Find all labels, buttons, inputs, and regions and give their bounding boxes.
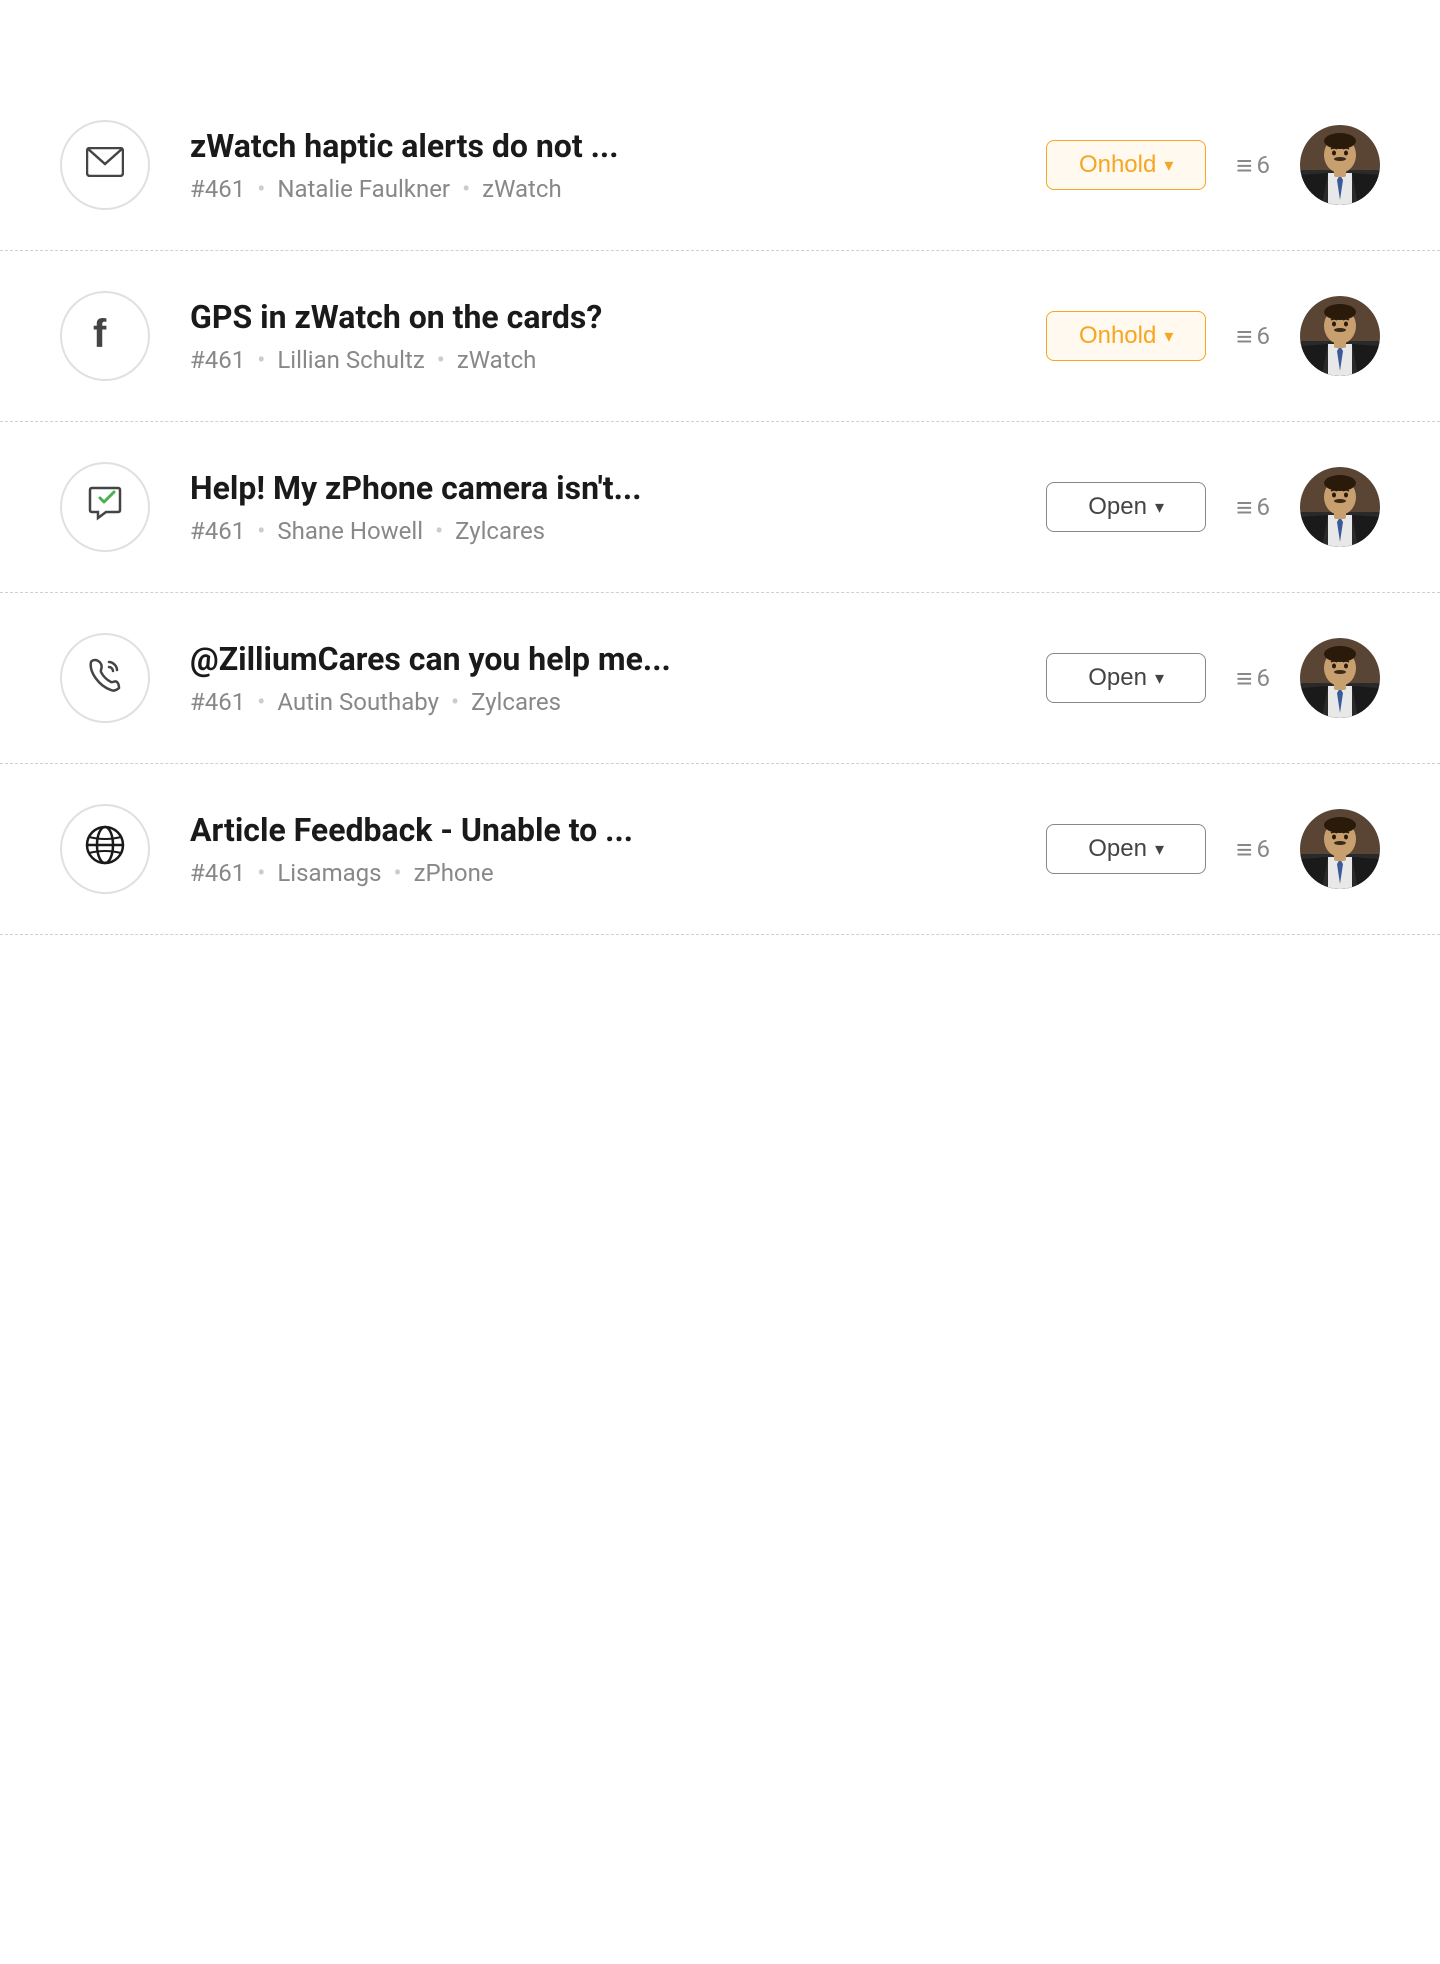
ticket-contact: Shane Howell <box>277 517 423 545</box>
ticket-title: GPS in zWatch on the cards? <box>190 298 1006 336</box>
avatar <box>1300 296 1380 376</box>
channel-icon-wrapper <box>60 120 150 210</box>
ticket-number: #461 <box>190 859 245 887</box>
status-label: Onhold <box>1079 322 1156 350</box>
ticket-meta: #461 • Shane Howell • Zylcares <box>190 517 1006 545</box>
phone-icon <box>85 654 125 703</box>
dot-separator: • <box>451 688 459 716</box>
ticket-contact: Autin Southaby <box>277 688 439 716</box>
ticket-product: Zylcares <box>455 517 545 545</box>
lines-icon: ≡ <box>1236 491 1252 524</box>
ticket-contact: Natalie Faulkner <box>277 175 450 203</box>
status-button[interactable]: Onhold ▾ <box>1046 311 1206 361</box>
ticket-item[interactable]: Article Feedback - Unable to ... #461 • … <box>0 764 1440 935</box>
ticket-title: Help! My zPhone camera isn't... <box>190 469 1006 507</box>
status-label: Open <box>1088 493 1147 521</box>
dropdown-arrow-icon: ▾ <box>1164 326 1173 347</box>
svg-text:f: f <box>93 313 107 351</box>
priority-icon: ≡ 6 <box>1236 149 1270 182</box>
lines-icon: ≡ <box>1236 320 1252 353</box>
dropdown-arrow-icon: ▾ <box>1164 155 1173 176</box>
avatar <box>1300 467 1380 547</box>
avatar <box>1300 638 1380 718</box>
dropdown-arrow-icon: ▾ <box>1155 497 1164 518</box>
status-button[interactable]: Open ▾ <box>1046 653 1206 703</box>
chat-icon <box>84 482 126 533</box>
dot-separator: • <box>257 859 265 887</box>
dot-separator: • <box>462 175 470 203</box>
ticket-contact: Lisamags <box>277 859 381 887</box>
ticket-title: Article Feedback - Unable to ... <box>190 811 1006 849</box>
avatar <box>1300 809 1380 889</box>
ticket-meta: #461 • Natalie Faulkner • zWatch <box>190 175 1006 203</box>
lines-icon: ≡ <box>1236 149 1252 182</box>
ticket-item[interactable]: @ZilliumCares can you help me... #461 • … <box>0 593 1440 764</box>
priority-icon: ≡ 6 <box>1236 320 1270 353</box>
ticket-product: zWatch <box>457 346 537 374</box>
channel-icon-wrapper <box>60 633 150 723</box>
dot-separator: • <box>437 346 445 374</box>
dot-separator: • <box>257 688 265 716</box>
ticket-item[interactable]: f GPS in zWatch on the cards? #461 • Lil… <box>0 251 1440 422</box>
dropdown-arrow-icon: ▾ <box>1155 839 1164 860</box>
status-label: Onhold <box>1079 151 1156 179</box>
lines-icon: ≡ <box>1236 833 1252 866</box>
ticket-number: #461 <box>190 175 245 203</box>
ticket-meta: #461 • Autin Southaby • Zylcares <box>190 688 1006 716</box>
ticket-info: Help! My zPhone camera isn't... #461 • S… <box>190 469 1006 545</box>
priority-count: 6 <box>1257 664 1271 692</box>
ticket-item[interactable]: Help! My zPhone camera isn't... #461 • S… <box>0 422 1440 593</box>
ticket-product: zPhone <box>414 859 494 887</box>
ticket-actions: Open ▾ ≡ 6 <box>1046 638 1380 718</box>
status-button[interactable]: Open ▾ <box>1046 824 1206 874</box>
ticket-number: #461 <box>190 688 245 716</box>
priority-icon: ≡ 6 <box>1236 662 1270 695</box>
dropdown-arrow-icon: ▾ <box>1155 668 1164 689</box>
ticket-number: #461 <box>190 517 245 545</box>
ticket-actions: Open ▾ ≡ 6 <box>1046 467 1380 547</box>
ticket-product: Zylcares <box>471 688 561 716</box>
priority-count: 6 <box>1257 322 1271 350</box>
ticket-title: zWatch haptic alerts do not ... <box>190 127 1006 165</box>
ticket-info: Article Feedback - Unable to ... #461 • … <box>190 811 1006 887</box>
ticket-item[interactable]: zWatch haptic alerts do not ... #461 • N… <box>0 80 1440 251</box>
status-button[interactable]: Open ▾ <box>1046 482 1206 532</box>
dot-separator: • <box>394 859 402 887</box>
dot-separator: • <box>435 517 443 545</box>
dot-separator: • <box>257 346 265 374</box>
ticket-info: zWatch haptic alerts do not ... #461 • N… <box>190 127 1006 203</box>
ticket-actions: Open ▾ ≡ 6 <box>1046 809 1380 889</box>
priority-count: 6 <box>1257 493 1271 521</box>
status-label: Open <box>1088 664 1147 692</box>
ticket-list: zWatch haptic alerts do not ... #461 • N… <box>0 0 1440 1015</box>
ticket-number: #461 <box>190 346 245 374</box>
lines-icon: ≡ <box>1236 662 1252 695</box>
priority-count: 6 <box>1257 151 1271 179</box>
ticket-actions: Onhold ▾ ≡ 6 <box>1046 125 1380 205</box>
ticket-info: GPS in zWatch on the cards? #461 • Lilli… <box>190 298 1006 374</box>
priority-icon: ≡ 6 <box>1236 833 1270 866</box>
status-button[interactable]: Onhold ▾ <box>1046 140 1206 190</box>
priority-icon: ≡ 6 <box>1236 491 1270 524</box>
ticket-actions: Onhold ▾ ≡ 6 <box>1046 296 1380 376</box>
ticket-title: @ZilliumCares can you help me... <box>190 640 1006 678</box>
email-icon <box>86 144 124 186</box>
channel-icon-wrapper <box>60 804 150 894</box>
facebook-icon: f <box>91 313 119 360</box>
ticket-product: zWatch <box>482 175 562 203</box>
status-label: Open <box>1088 835 1147 863</box>
ticket-contact: Lillian Schultz <box>277 346 424 374</box>
web-icon <box>84 824 126 875</box>
ticket-info: @ZilliumCares can you help me... #461 • … <box>190 640 1006 716</box>
ticket-meta: #461 • Lisamags • zPhone <box>190 859 1006 887</box>
channel-icon-wrapper <box>60 462 150 552</box>
channel-icon-wrapper: f <box>60 291 150 381</box>
priority-count: 6 <box>1257 835 1271 863</box>
avatar <box>1300 125 1380 205</box>
ticket-meta: #461 • Lillian Schultz • zWatch <box>190 346 1006 374</box>
dot-separator: • <box>257 517 265 545</box>
dot-separator: • <box>257 175 265 203</box>
